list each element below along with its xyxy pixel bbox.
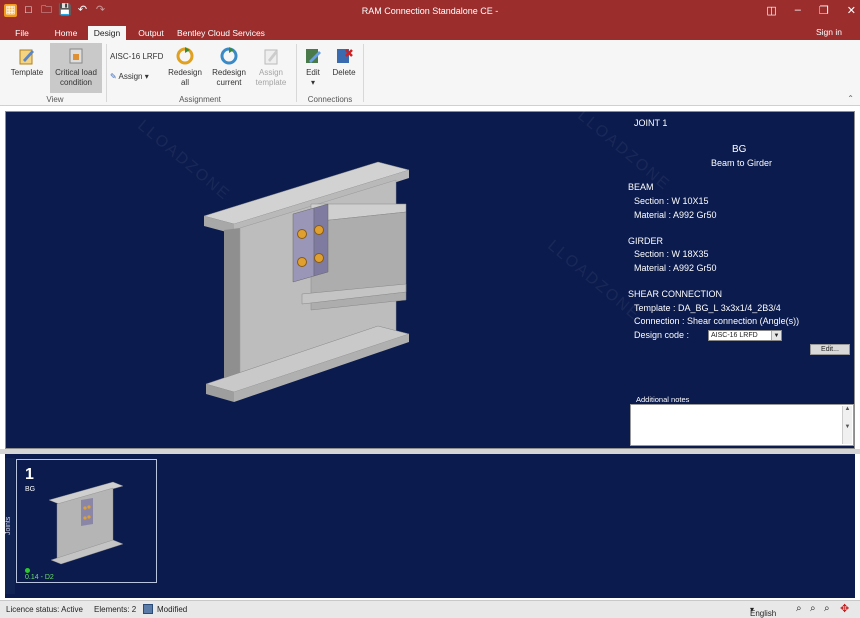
design-code-label: AISC-16 LRFD — [110, 52, 164, 61]
template-button[interactable]: Template — [6, 46, 48, 92]
sign-in-link[interactable]: Sign in — [816, 27, 842, 37]
girder-material: Material : A992 Gr50 — [634, 263, 717, 273]
tab-design[interactable]: Design — [88, 26, 126, 40]
shear-template: Template : DA_BG_L 3x3x1/4_2B3/4 — [634, 303, 781, 313]
window-controls: ◫ – ❐ ✕ — [766, 4, 856, 17]
bolt — [314, 253, 324, 263]
connection-code: BG — [732, 144, 747, 155]
bolt — [297, 257, 307, 267]
tab-bentley-cloud-services[interactable]: Bentley Cloud Services — [176, 26, 266, 40]
language-select[interactable]: English ▾ — [750, 605, 776, 618]
thumb-bolt — [87, 515, 91, 519]
critical-load-icon — [69, 48, 83, 64]
edit-connection-icon — [306, 49, 321, 63]
ribbon: Template Critical load condition View AI… — [0, 40, 860, 106]
joints-tab[interactable]: Joints — [5, 458, 15, 594]
joint-thumbnail[interactable]: 1 BG 0.14 - D2 — [16, 459, 157, 583]
dropdown-arrow-icon: ▾ — [144, 72, 149, 81]
restore-icon[interactable]: ❐ — [819, 4, 829, 17]
assign-button[interactable]: ✎ Assign ▾ — [110, 72, 162, 82]
beam-material: Material : A992 Gr50 — [634, 210, 717, 220]
template-icon — [19, 49, 34, 65]
edit-button[interactable]: Edit... — [810, 344, 850, 355]
minimize-icon[interactable]: – — [795, 4, 801, 17]
redesign-all-icon — [176, 47, 194, 65]
assignment-group-label: Assignment — [179, 95, 221, 104]
assign-template-icon — [264, 49, 278, 65]
thumb-angle — [81, 498, 93, 526]
thumb-bolt — [83, 516, 87, 520]
collapse-ribbon-icon[interactable]: ⌃ — [847, 94, 854, 103]
delete-connection-button[interactable]: Delete — [330, 46, 358, 78]
shear-connection-type: Connection : Shear connection (Angle(s)) — [634, 316, 800, 326]
close-icon[interactable]: ✕ — [847, 4, 856, 17]
beam-section: Section : W 10X15 — [634, 196, 709, 206]
bolt — [297, 229, 307, 239]
shear-connection-heading: SHEAR CONNECTION — [628, 289, 723, 299]
pan-icon[interactable]: ✥ — [840, 602, 849, 615]
additional-notes-label: Additional notes — [636, 395, 690, 404]
assign-template-button[interactable]: Assign template — [252, 46, 290, 88]
status-bar: Licence status: Active Elements: 2 Modif… — [0, 600, 860, 618]
angle-plate-right — [313, 203, 329, 277]
edit-connection-button[interactable]: Edit ▾ — [300, 46, 326, 88]
ribbon-separator — [296, 44, 297, 102]
ribbon-separator — [363, 44, 364, 102]
girder-web-edge — [224, 228, 240, 390]
assign-icon: ✎ — [110, 72, 117, 81]
modified-status: Modified — [157, 605, 188, 614]
thumb-bolt — [87, 505, 91, 509]
licence-status: Licence status: Active — [6, 605, 83, 614]
joint-ratio: 0.14 - D2 — [25, 574, 54, 581]
ribbon-separator — [106, 44, 107, 102]
elements-count: Elements: 2 — [94, 605, 137, 614]
notes-scrollbar[interactable]: ▲ ▼ — [842, 406, 852, 444]
tab-file[interactable]: File — [8, 26, 36, 40]
connections-group-label: Connections — [307, 95, 353, 104]
girder-section: Section : W 18X35 — [634, 249, 709, 259]
modified-icon — [143, 604, 153, 614]
joint-thumbnail-view — [48, 481, 124, 565]
redesign-all-button[interactable]: Redesign all — [166, 46, 204, 88]
additional-notes-textarea[interactable]: ▲ ▼ — [630, 404, 854, 446]
window-title: RAM Connection Standalone CE - — [361, 6, 499, 16]
title-bar: ▦ □ 🗀 💾 ↶ ↷ RAM Connection Standalone CE… — [0, 0, 860, 24]
design-code-label: Design code : — [634, 330, 690, 340]
dropdown-arrow-icon: ▼ — [771, 331, 781, 340]
redesign-current-button[interactable]: Redesign current — [208, 46, 250, 88]
girder-heading: GIRDER — [628, 236, 664, 246]
connection-description: Beam to Girder — [711, 158, 773, 168]
ribbon-tabs: File Home Design Output Bentley Cloud Se… — [0, 24, 860, 40]
zoom-out-icon[interactable]: ⌕ — [824, 603, 830, 614]
design-code-select[interactable]: AISC-16 LRFD ▼ — [708, 330, 782, 341]
joint-title: JOINT 1 — [634, 118, 668, 128]
status-ok-icon — [25, 568, 30, 573]
bolt — [314, 225, 324, 235]
thumb-bolt — [83, 506, 87, 510]
dropdown-arrow-icon: ▾ — [310, 78, 315, 87]
angle-plate-left — [292, 207, 315, 283]
beam-heading: BEAM — [628, 182, 654, 192]
zoom-in-icon[interactable]: ⌕ — [810, 603, 816, 614]
connection-viewport[interactable]: LLOADZONE LLOADZONE LLOADZONE JOINT 1 BG… — [5, 107, 855, 449]
tab-home[interactable]: Home — [48, 26, 84, 40]
view-group-label: View — [46, 95, 64, 104]
zoom-icon[interactable]: ⌕ — [796, 603, 802, 614]
tab-output[interactable]: Output — [132, 26, 170, 40]
ribbon-display-icon[interactable]: ◫ — [766, 4, 776, 17]
critical-load-condition-button[interactable]: Critical load condition — [50, 43, 102, 93]
delete-connection-icon — [337, 49, 353, 63]
redesign-current-icon — [220, 47, 238, 65]
